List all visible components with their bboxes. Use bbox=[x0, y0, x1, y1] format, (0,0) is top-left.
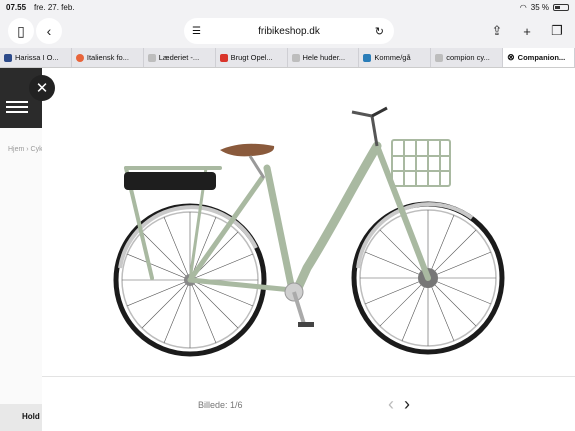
image-counter: Billede: 1/6 bbox=[198, 400, 243, 410]
status-bar: 07.55 fre. 27. feb. ◠ 35 % bbox=[0, 0, 575, 14]
battery-pack bbox=[124, 172, 216, 190]
tab-label: Hele huder... bbox=[302, 53, 346, 62]
menu-hamburger-icon[interactable] bbox=[6, 98, 28, 116]
favicon-icon bbox=[147, 53, 156, 62]
bicycle-image bbox=[113, 106, 505, 357]
favicon-icon bbox=[291, 53, 300, 62]
tab-compion[interactable]: compion cy... bbox=[431, 48, 504, 67]
tab-komme-ga[interactable]: Komme/gå bbox=[359, 48, 432, 67]
close-icon: ✕ bbox=[35, 80, 49, 97]
front-basket bbox=[391, 139, 451, 187]
tab-label: Companion... bbox=[517, 53, 566, 62]
tab-italiensk[interactable]: Italiensk fo... bbox=[72, 48, 144, 67]
tab-label: Læderiet -... bbox=[158, 53, 200, 62]
page-settings-icon[interactable]: ☰ bbox=[192, 26, 201, 37]
previous-image-button[interactable]: ‹ bbox=[388, 394, 394, 415]
tab-label: compion cy... bbox=[446, 53, 490, 62]
chevron-left-icon: ‹ bbox=[46, 23, 52, 39]
favicon-icon bbox=[219, 53, 228, 62]
chevron-right-icon: › bbox=[404, 394, 410, 414]
chevron-left-icon: ‹ bbox=[388, 394, 394, 414]
saddle bbox=[220, 143, 275, 157]
close-modal-button[interactable]: ✕ bbox=[29, 75, 55, 101]
tab-label: Italiensk fo... bbox=[86, 53, 129, 62]
battery-icon bbox=[553, 3, 569, 11]
tab-harissa[interactable]: Harissa I O... bbox=[0, 48, 72, 67]
tab-brugt-opel[interactable]: Brugt Opel... bbox=[216, 48, 288, 67]
share-icon[interactable]: ⇪ bbox=[485, 18, 509, 44]
url-text: fribikeshop.dk bbox=[258, 25, 320, 37]
tab-hele-huder[interactable]: Hele huder... bbox=[288, 48, 360, 67]
address-bar[interactable]: ☰ fribikeshop.dk ↻ bbox=[184, 18, 394, 44]
favicon-icon bbox=[435, 53, 444, 62]
hold-label: Hold bbox=[0, 404, 42, 431]
new-tab-icon[interactable]: + bbox=[515, 18, 539, 44]
tab-close-icon[interactable]: ⊗ bbox=[507, 52, 515, 63]
tabs-overview-icon[interactable]: ❐ bbox=[545, 18, 569, 44]
favicon-icon bbox=[75, 53, 84, 62]
back-button[interactable]: ‹ bbox=[36, 18, 62, 44]
tab-laederiet[interactable]: Læderiet -... bbox=[144, 48, 216, 67]
breadcrumb[interactable]: Hjem › Cyk bbox=[8, 146, 43, 153]
favicon-icon bbox=[363, 53, 372, 62]
next-image-button[interactable]: › bbox=[404, 394, 410, 415]
tab-label: Brugt Opel... bbox=[230, 53, 273, 62]
tab-strip: Harissa I O... Italiensk fo... Læderiet … bbox=[0, 48, 575, 68]
sidebar-toggle-button[interactable]: ▯ bbox=[8, 18, 34, 44]
sidebar-icon: ▯ bbox=[17, 22, 25, 39]
gallery-divider bbox=[42, 376, 575, 377]
status-date: fre. 27. feb. bbox=[34, 2, 75, 12]
tab-label: Komme/gå bbox=[374, 53, 411, 62]
browser-toolbar: ▯ ‹ ☰ fribikeshop.dk ↻ ⇪ + ❐ bbox=[0, 14, 575, 48]
reload-icon[interactable]: ↻ bbox=[375, 25, 384, 38]
status-time: 07.55 bbox=[6, 2, 27, 12]
tab-companion-active[interactable]: ⊗ Companion... bbox=[503, 48, 575, 67]
image-gallery-modal: Billede: 1/6 ‹ › bbox=[42, 68, 575, 431]
wifi-icon: ◠ bbox=[519, 2, 527, 12]
favicon-icon bbox=[4, 53, 12, 62]
tab-label: Harissa I O... bbox=[15, 53, 59, 62]
product-image bbox=[42, 68, 575, 376]
battery-percent: 35 % bbox=[530, 2, 549, 12]
